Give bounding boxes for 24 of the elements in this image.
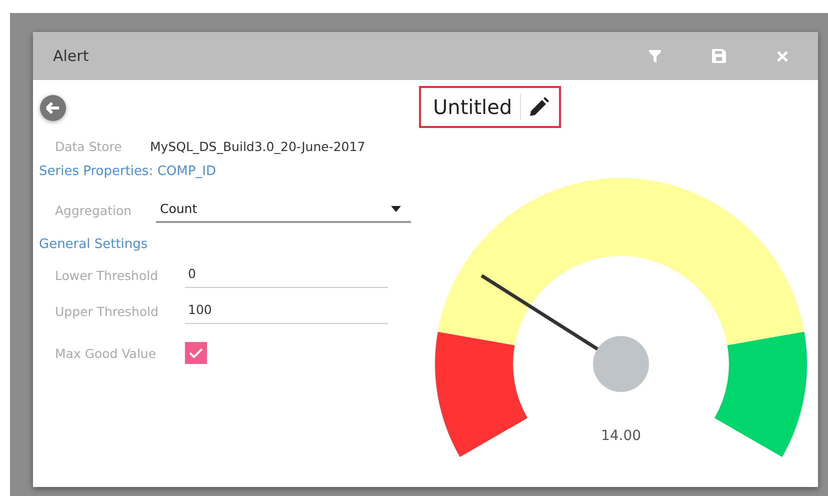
needle-hub bbox=[593, 336, 649, 392]
section-heading: Series Properties: COMP_ID bbox=[39, 164, 218, 179]
edit-icon[interactable] bbox=[529, 97, 550, 117]
chart-title: Untitled bbox=[433, 95, 512, 119]
input-field[interactable]: 100 bbox=[185, 302, 388, 324]
checkbox[interactable] bbox=[185, 342, 207, 364]
back-button[interactable] bbox=[40, 95, 66, 121]
close-icon[interactable] bbox=[777, 50, 788, 62]
aggregation-dropdown[interactable]: Count bbox=[156, 201, 411, 223]
field-label: Data Store bbox=[55, 139, 123, 154]
caret-icon bbox=[391, 206, 401, 212]
window-title: Alert bbox=[53, 47, 90, 65]
input-field[interactable]: 0 bbox=[185, 266, 388, 288]
checkmark-icon bbox=[189, 348, 203, 358]
field-label: Max Good Value bbox=[55, 346, 158, 360]
gauge-reading: 14.00 bbox=[600, 428, 642, 444]
save-icon[interactable] bbox=[712, 49, 726, 63]
field-label: Aggregation bbox=[55, 203, 133, 220]
field-label: Lower Threshold bbox=[55, 268, 160, 285]
filter-icon[interactable] bbox=[649, 50, 661, 62]
field-label: Upper Threshold bbox=[55, 304, 160, 321]
data-store-value: MySQL_DS_Build3.0_20-June-2017 bbox=[150, 139, 366, 154]
section-heading: General Settings bbox=[39, 237, 149, 252]
title-box[interactable]: Untitled bbox=[419, 86, 562, 128]
